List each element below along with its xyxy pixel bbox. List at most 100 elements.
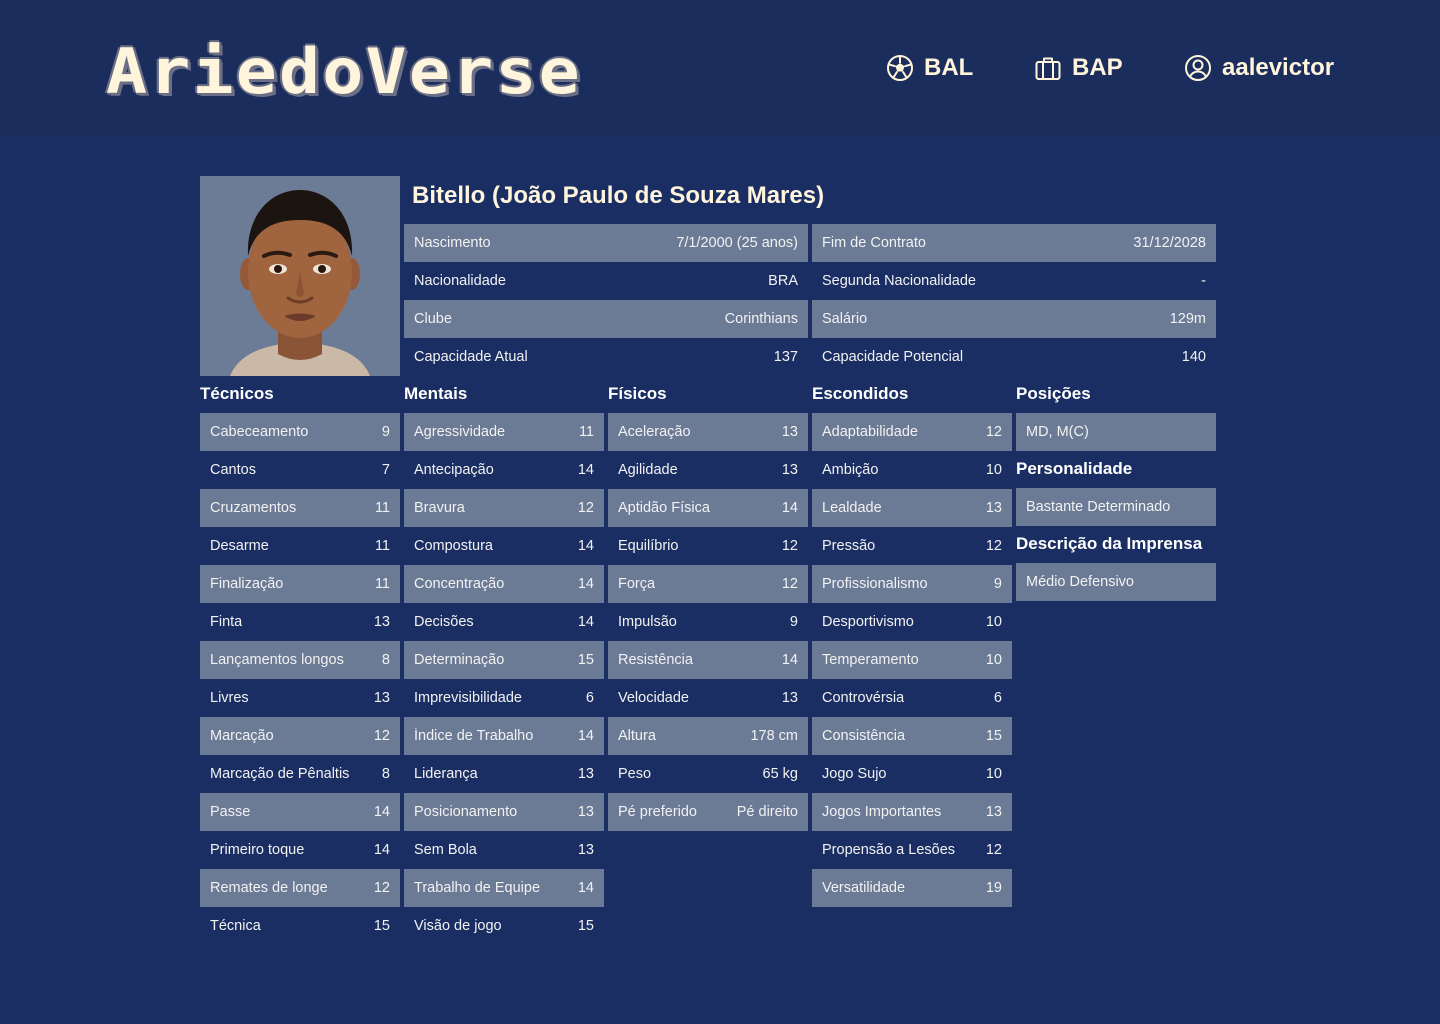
attribute-label: Pressão [822, 538, 876, 554]
attribute-label: Cabeceamento [210, 424, 309, 440]
attribute-label: Índice de Trabalho [414, 728, 534, 744]
attribute-row-tecnicos: Marcação 12 [200, 717, 400, 755]
player-name: Bitello (João Paulo de Souza Mares) [412, 182, 825, 209]
attribute-label: Agressividade [414, 424, 506, 440]
attribute-label: Passe [210, 804, 251, 820]
attribute-row-escondidos: Jogos Importantes 13 [812, 793, 1012, 831]
attribute-label: Desportivismo [822, 614, 914, 630]
attribute-label: Cruzamentos [210, 500, 297, 516]
attribute-row-tecnicos: Finta 13 [200, 603, 400, 641]
attribute-label: Finalização [210, 576, 284, 592]
attribute-value: 19 [985, 880, 1002, 896]
attribute-label: Força [618, 576, 656, 592]
attribute-label: Marcação de Pênaltis [210, 766, 350, 782]
attribute-label: Determinação [414, 652, 505, 668]
info-row-salary: Salário 129m [812, 300, 1216, 338]
info-label: Clube [414, 311, 452, 327]
attribute-label: Imprevisibilidade [414, 690, 522, 706]
attribute-label: Visão de jogo [414, 918, 502, 934]
attribute-label: Peso [618, 766, 652, 782]
attribute-value: 14 [577, 614, 594, 630]
attribute-value: 7 [381, 462, 390, 478]
attribute-row-mentais: Agressividade 11 [404, 413, 604, 451]
nav-bap[interactable]: BAP [1034, 50, 1123, 86]
info-label: Capacidade Potencial [822, 349, 964, 365]
app-logo[interactable]: AriedoVerse [106, 40, 582, 104]
info-label: Fim de Contrato [822, 235, 926, 251]
attribute-row-escondidos: Adaptabilidade 12 [812, 413, 1012, 451]
section-title-personalidade: Personalidade [1016, 459, 1133, 478]
player-photo [200, 176, 400, 376]
attribute-value: 11 [374, 538, 390, 554]
attribute-row-mentais: Sem Bola 13 [404, 831, 604, 869]
attribute-value: 12 [373, 728, 390, 744]
attribute-row-escondidos: Propensão a Lesões 12 [812, 831, 1012, 869]
attribute-value: 14 [781, 652, 798, 668]
attribute-value: 15 [373, 918, 390, 934]
attribute-value: 8 [381, 652, 390, 668]
nav-user-profile[interactable]: aalevictor [1184, 50, 1334, 86]
info-label: Nacionalidade [414, 273, 506, 289]
attribute-value: 12 [781, 576, 798, 592]
section-title-escondidos: Escondidos [812, 384, 909, 403]
attribute-row-fisicos: Aceleração 13 [608, 413, 808, 451]
attribute-row-escondidos: Desportivismo 10 [812, 603, 1012, 641]
attribute-label: Ambição [822, 462, 879, 478]
attribute-row-tecnicos: Técnica 15 [200, 907, 400, 945]
attribute-label: Altura [618, 728, 656, 744]
attribute-row-tecnicos: Remates de longe 12 [200, 869, 400, 907]
attribute-row-fisicos: Resistência 14 [608, 641, 808, 679]
attribute-value: 9 [381, 424, 390, 440]
attribute-value: 10 [985, 614, 1002, 630]
info-value: 129m [1169, 311, 1206, 327]
attribute-label: Finta [210, 614, 243, 630]
attribute-label: Marcação [210, 728, 274, 744]
section-title-mentais: Mentais [404, 384, 468, 403]
username: aalevictor [1222, 54, 1335, 81]
nav-bal[interactable]: BAL [886, 50, 973, 86]
attribute-row-mentais: Antecipação 14 [404, 451, 604, 489]
attribute-value: 10 [985, 766, 1002, 782]
attribute-value: 14 [577, 462, 594, 478]
attribute-row-fisicos: Peso 65 kg [608, 755, 808, 793]
attribute-value: 13 [781, 424, 798, 440]
info-row-contract-end: Fim de Contrato 31/12/2028 [812, 224, 1216, 262]
attribute-label: Primeiro toque [210, 842, 305, 858]
attribute-value: 14 [577, 880, 594, 896]
attribute-label: Versatilidade [822, 880, 906, 896]
info-value: - [1201, 273, 1206, 289]
attribute-label: Compostura [414, 538, 493, 554]
attribute-label: Sem Bola [414, 842, 477, 858]
attribute-value: 6 [993, 690, 1002, 706]
attribute-row-mentais: Concentração 14 [404, 565, 604, 603]
info-value: 31/12/2028 [1133, 235, 1206, 251]
attribute-label: Profissionalismo [822, 576, 928, 592]
attribute-value: 14 [577, 538, 594, 554]
personality-box: Bastante Determinado [1016, 488, 1216, 526]
attribute-row-fisicos: Pé preferido Pé direito [608, 793, 808, 831]
attribute-row-mentais: Visão de jogo 15 [404, 907, 604, 945]
attribute-row-fisicos: Equilíbrio 12 [608, 527, 808, 565]
attribute-value: 11 [374, 576, 390, 592]
attribute-label: Antecipação [414, 462, 494, 478]
nav-bal-label: BAL [924, 54, 974, 81]
attribute-row-mentais: Bravura 12 [404, 489, 604, 527]
attribute-label: Agilidade [618, 462, 678, 478]
info-value: BRA [768, 273, 798, 289]
attribute-row-fisicos: Altura 178 cm [608, 717, 808, 755]
attribute-value: Pé direito [736, 804, 798, 820]
attribute-value: 13 [781, 462, 798, 478]
attribute-value: 9 [789, 614, 798, 630]
attribute-label: Equilíbrio [618, 538, 679, 554]
attribute-value: 12 [781, 538, 798, 554]
attribute-row-mentais: Trabalho de Equipe 14 [404, 869, 604, 907]
attribute-value: 13 [577, 766, 594, 782]
attribute-value: 9 [993, 576, 1002, 592]
attribute-label: Lançamentos longos [210, 652, 344, 668]
attribute-value: 178 cm [750, 728, 798, 744]
attribute-label: Trabalho de Equipe [414, 880, 541, 896]
attribute-label: Decisões [414, 614, 474, 630]
attribute-label: Jogos Importantes [822, 804, 942, 820]
attribute-label: Bravura [414, 500, 465, 516]
info-value: 137 [773, 349, 798, 365]
